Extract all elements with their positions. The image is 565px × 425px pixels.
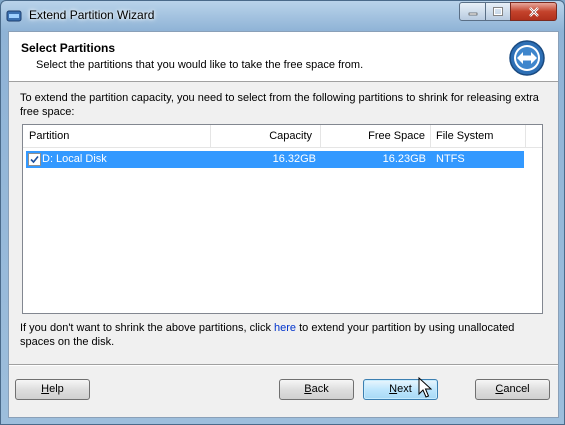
back-button[interactable]: Back [279, 379, 354, 400]
partition-list[interactable]: Partition Capacity Free Space File Syste… [22, 124, 543, 314]
partition-wizard-app-icon [6, 10, 22, 22]
maximize-icon [493, 7, 503, 16]
extend-partition-wizard-window: Extend Partition Wizard Select Partition… [0, 0, 565, 425]
cell-partition: D: Local Disk [42, 153, 107, 165]
cell-free-space: 16.23GB [382, 153, 426, 165]
window-title: Extend Partition Wizard [29, 8, 155, 22]
cancel-button[interactable]: Cancel [475, 379, 550, 400]
partition-wizard-logo-icon [509, 40, 545, 76]
footer-text-before: If you don't want to shrink the above pa… [20, 322, 275, 334]
button-separator [9, 364, 558, 366]
page-title: Select Partitions [21, 41, 116, 55]
minimize-button[interactable] [459, 2, 486, 21]
checkbox-checked-icon [30, 155, 39, 164]
help-button-label: elp [49, 383, 64, 395]
column-header-partition[interactable]: Partition [23, 125, 211, 147]
help-button[interactable]: Help [15, 379, 90, 400]
close-icon [528, 6, 539, 17]
cancel-button-label: ancel [503, 383, 530, 395]
back-button-label: ack [311, 383, 329, 395]
column-header-free-space[interactable]: Free Space [321, 125, 431, 147]
help-button-accel: H [41, 383, 50, 395]
wizard-client-area: Select Partitions Select the partitions … [8, 31, 559, 418]
minimize-icon [468, 12, 477, 15]
maximize-button[interactable] [485, 2, 511, 21]
table-row[interactable]: D: Local Disk 16.32GB 16.23GB NTFS [26, 151, 524, 168]
mouse-cursor-icon [418, 377, 432, 398]
cell-capacity: 16.32GB [272, 153, 316, 165]
instructions-text: To extend the partition capacity, you ne… [20, 92, 539, 118]
column-header-file-system[interactable]: File System [431, 125, 526, 147]
next-button-label: ext [397, 383, 412, 395]
column-header-capacity[interactable]: Capacity [211, 125, 321, 147]
alternative-option-text: If you don't want to shrink the above pa… [20, 321, 540, 349]
title-bar[interactable]: Extend Partition Wizard [1, 1, 564, 31]
here-link[interactable]: here [274, 322, 296, 334]
close-button[interactable] [510, 2, 557, 21]
wizard-header: Select Partitions Select the partitions … [9, 32, 558, 82]
page-subtitle: Select the partitions that you would lik… [36, 59, 364, 71]
cell-file-system: NTFS [436, 153, 465, 165]
back-button-accel: B [304, 383, 312, 395]
partition-list-header: Partition Capacity Free Space File Syste… [23, 125, 542, 148]
next-button-accel: N [389, 383, 398, 395]
partition-checkbox[interactable] [28, 153, 41, 166]
